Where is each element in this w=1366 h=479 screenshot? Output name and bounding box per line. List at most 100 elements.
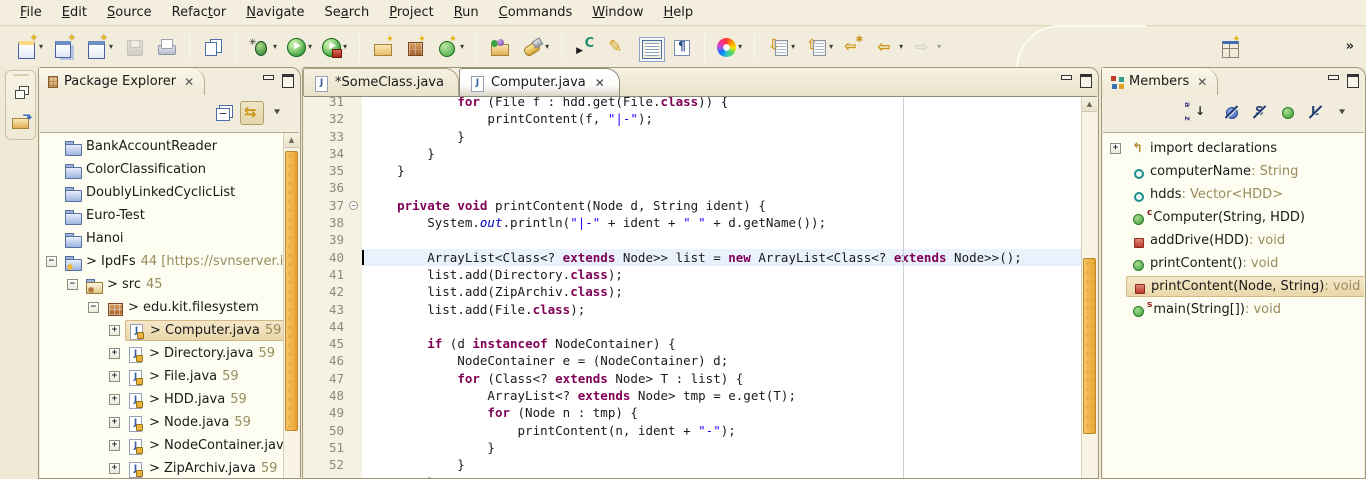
code-line[interactable]: 31 for (File f : hdd.get(File.class)) { [304, 96, 1081, 110]
menu-file[interactable]: File [10, 2, 52, 23]
tree-item[interactable]: Hanoi [40, 227, 283, 250]
menu-window[interactable]: Window [582, 2, 653, 23]
save-button[interactable] [120, 34, 148, 60]
tab-close-icon[interactable]: ✕ [595, 76, 605, 90]
code-editor[interactable]: 31 for (File f : hdd.get(File.class)) {3… [304, 96, 1081, 478]
tree-item[interactable]: +> File.java59 [40, 365, 283, 388]
editor-tab-computerjava[interactable]: Computer.java✕ [459, 68, 620, 96]
code-text[interactable]: printContent(n, ident + "-"); [362, 422, 1081, 439]
code-text[interactable]: } [362, 145, 1081, 162]
save-all-button[interactable] [199, 34, 227, 60]
menu-edit[interactable]: Edit [52, 2, 97, 23]
code-line[interactable]: 36 [304, 179, 1081, 196]
tree-expander-icon[interactable]: + [109, 394, 120, 405]
package-explorer-tab[interactable]: Package Explorer ✕ [39, 68, 205, 95]
member-item[interactable]: hdds : Vector<HDD> [1103, 183, 1364, 206]
tree-item[interactable]: +> Node.java59 [40, 411, 283, 434]
code-line[interactable]: 35 } [304, 162, 1081, 179]
tree-item[interactable]: ColorClassification [40, 158, 283, 181]
next-annotation-button[interactable]: ▾ [764, 34, 798, 60]
tree-item[interactable]: −> IpdFs44 [https://svnserver.i [40, 250, 283, 273]
code-line[interactable]: 34 } [304, 145, 1081, 162]
tree-item[interactable]: −> src45 [40, 273, 283, 296]
code-text[interactable]: list.add(Directory.class); [362, 266, 1081, 283]
code-line[interactable]: 41 list.add(Directory.class); [304, 266, 1081, 283]
code-text[interactable]: ArrayList<Class<? extends Node>> list = … [362, 249, 1081, 266]
last-edit-location-button[interactable] [840, 34, 868, 60]
menu-commands[interactable]: Commands [489, 2, 583, 23]
dropdown-chevron-icon[interactable]: ▾ [109, 42, 113, 51]
back-button[interactable]: ▾ [872, 34, 906, 60]
code-text[interactable]: list.add(File.class); [362, 301, 1081, 318]
tree-item[interactable]: +> Computer.java59 [40, 319, 283, 342]
view-menu-button[interactable] [1333, 101, 1357, 125]
code-line[interactable]: 37− private void printContent(Node d, St… [304, 197, 1081, 214]
code-text[interactable]: } [362, 162, 1081, 179]
new-java-package-button[interactable] [401, 34, 429, 60]
view-menu-button[interactable] [268, 101, 292, 125]
member-item[interactable]: smain(String[]) : void [1103, 298, 1364, 321]
maximize-button[interactable] [1347, 74, 1359, 85]
code-line[interactable]: 51 } [304, 439, 1081, 456]
scroll-up-arrow[interactable]: ▲ [1082, 97, 1097, 112]
code-text[interactable]: } [362, 439, 1081, 456]
code-line[interactable]: 50 printContent(n, ident + "-"); [304, 422, 1081, 439]
menu-source[interactable]: Source [97, 2, 162, 23]
code-line[interactable]: 33 } [304, 128, 1081, 145]
code-line[interactable]: 49 for (Node n : tmp) { [304, 404, 1081, 421]
show-view-as-fast-view-button[interactable] [9, 108, 33, 132]
code-line[interactable]: 47 for (Class<? extends Node> T : list) … [304, 370, 1081, 387]
scrollbar-thumb[interactable] [1083, 258, 1096, 434]
code-text[interactable]: for (File f : hdd.get(File.class)) { [362, 96, 1081, 110]
code-text[interactable]: } [362, 128, 1081, 145]
debug-button[interactable]: ▾ [246, 34, 280, 60]
open-new-view-button[interactable] [1216, 34, 1244, 60]
fast-view-handle[interactable] [13, 74, 29, 76]
maximize-button[interactable] [282, 74, 294, 85]
code-text[interactable]: } [362, 474, 1081, 478]
run-external-tools-button[interactable]: ▾ [319, 34, 350, 59]
restore-minimized-views-button[interactable] [9, 81, 33, 105]
dropdown-chevron-icon[interactable]: ▾ [937, 42, 941, 51]
code-text[interactable]: } [362, 456, 1081, 473]
tree-item[interactable]: +> ZipArchiv.java59 [40, 457, 283, 478]
dropdown-chevron-icon[interactable]: ▾ [899, 42, 903, 51]
member-item[interactable]: addDrive(HDD) : void [1103, 229, 1364, 252]
maximize-button[interactable] [1080, 74, 1092, 85]
code-text[interactable] [362, 318, 1081, 335]
scroll-up-arrow[interactable]: ▲ [284, 133, 299, 148]
code-text[interactable]: for (Class<? extends Node> T : list) { [362, 370, 1081, 387]
tree-expander-icon[interactable]: − [67, 279, 78, 290]
open-type-button[interactable] [486, 34, 514, 60]
code-text[interactable]: ArrayList<? extends Node> tmp = e.get(T)… [362, 387, 1081, 404]
tree-item[interactable]: Euro-Test [40, 204, 283, 227]
code-line[interactable]: 32 printContent(f, "|-"); [304, 110, 1081, 127]
scrollbar-thumb[interactable] [285, 151, 298, 431]
dropdown-chevron-icon[interactable]: ▾ [545, 42, 549, 51]
member-item[interactable]: cComputer(String, HDD) [1103, 206, 1364, 229]
dropdown-chevron-icon[interactable]: ▾ [273, 42, 277, 51]
tree-item[interactable]: DoublyLinkedCyclicList [40, 181, 283, 204]
code-line[interactable]: 44 [304, 318, 1081, 335]
menu-navigate[interactable]: Navigate [236, 2, 314, 23]
dropdown-chevron-icon[interactable]: ▾ [791, 42, 795, 51]
new-java-class-button[interactable]: ▾ [433, 34, 467, 60]
dropdown-chevron-icon[interactable]: ▾ [39, 42, 43, 51]
tree-expander-icon[interactable]: + [109, 348, 120, 359]
code-text[interactable] [362, 231, 1081, 248]
editor-tab-someclassjava[interactable]: *SomeClass.java [303, 68, 459, 96]
code-text[interactable]: if (d instanceof NodeContainer) { [362, 335, 1081, 352]
member-item[interactable]: +import declarations [1103, 137, 1364, 160]
hide-static-members-button[interactable] [1249, 101, 1273, 125]
tree-item[interactable]: +> NodeContainer.java [40, 434, 283, 457]
code-line[interactable]: 48 ArrayList<? extends Node> tmp = e.get… [304, 387, 1081, 404]
fold-collapse-icon[interactable]: − [349, 201, 358, 210]
dropdown-chevron-icon[interactable]: ▾ [343, 42, 347, 51]
menu-search[interactable]: Search [315, 2, 380, 23]
code-text[interactable] [362, 179, 1081, 196]
tree-item[interactable]: BankAccountReader [40, 135, 283, 158]
code-text[interactable]: list.add(ZipArchiv.class); [362, 283, 1081, 300]
collapse-all-button[interactable] [212, 101, 236, 125]
minimize-button[interactable] [1327, 74, 1339, 85]
code-line[interactable]: 52 } [304, 456, 1081, 473]
